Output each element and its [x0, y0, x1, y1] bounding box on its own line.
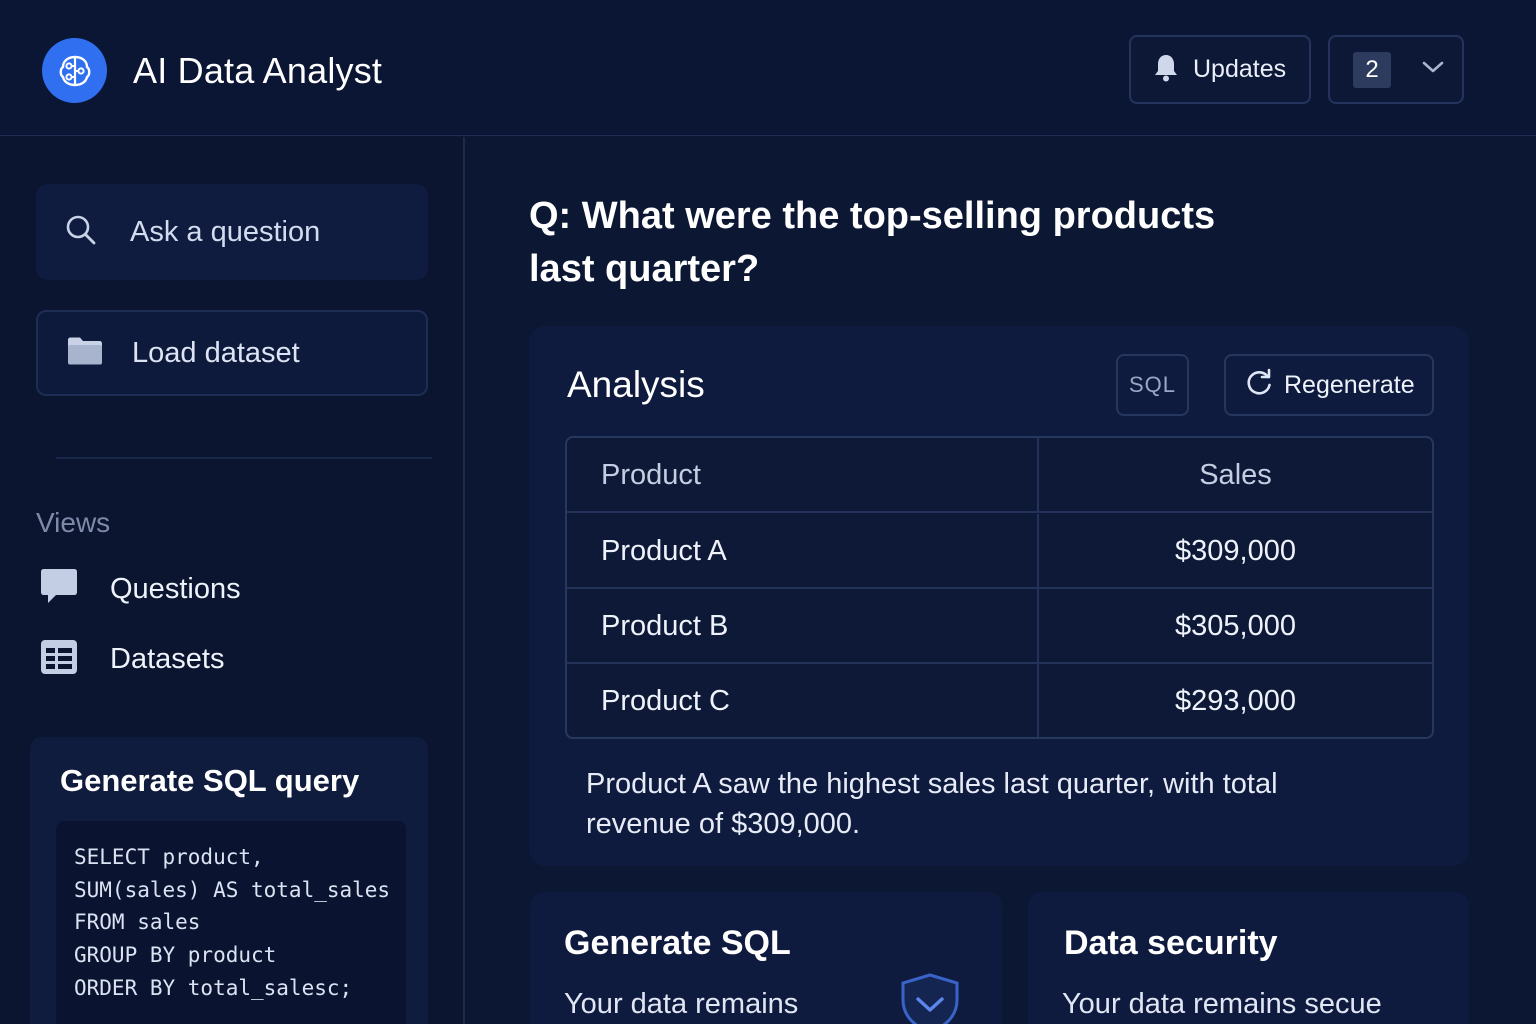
- search-icon: [64, 213, 98, 252]
- table-cell-product: Product A: [601, 535, 727, 567]
- bell-icon: [1153, 52, 1179, 87]
- notification-count-badge: 2: [1353, 51, 1391, 88]
- analysis-title: Analysis: [567, 364, 705, 405]
- sql-button[interactable]: SQL: [1116, 354, 1189, 416]
- table-header-row: Product Sales: [567, 438, 1432, 513]
- app-header: AI Data Analyst Updates 2: [0, 0, 1536, 136]
- column-header-sales: Sales: [1037, 438, 1432, 513]
- table-cell-sales: $309,000: [1037, 514, 1432, 589]
- generate-sql-card[interactable]: Generate SQL Your data remains: [530, 892, 1002, 1024]
- table-cell-product: Product B: [601, 610, 729, 642]
- card-text: Your data remains: [564, 988, 799, 1020]
- chevron-down-icon: [1421, 59, 1445, 80]
- updates-label: Updates: [1193, 55, 1287, 83]
- sidebar-divider: [56, 457, 432, 459]
- folder-icon: [66, 335, 104, 372]
- data-security-card[interactable]: Data security Your data remains secue: [1028, 892, 1469, 1024]
- sidebar-item-label: Datasets: [110, 643, 225, 675]
- load-dataset-label: Load dataset: [132, 336, 300, 369]
- analysis-card: Analysis SQL Regenerate Product Sales Pr…: [529, 326, 1469, 866]
- ask-question-placeholder: Ask a question: [130, 215, 321, 248]
- analysis-summary: Product A saw the highest sales last qua…: [586, 768, 1278, 840]
- sql-code-block: SELECT product, SUM(sales) AS total_sale…: [56, 821, 406, 1024]
- table-cell-sales: $305,000: [1037, 589, 1432, 664]
- sidebar-item-questions[interactable]: Questions: [40, 567, 241, 612]
- chat-bubble-icon: [40, 567, 78, 612]
- regenerate-label: Regenerate: [1284, 370, 1415, 399]
- notifications-dropdown[interactable]: 2: [1328, 35, 1464, 104]
- card-title: Generate SQL: [564, 924, 791, 962]
- results-table: Product Sales Product A $309,000 Product…: [565, 436, 1434, 739]
- brain-logo-icon: [42, 38, 107, 103]
- shield-check-icon: [898, 972, 962, 1024]
- ask-question-input[interactable]: Ask a question: [36, 184, 428, 280]
- table-cell-product: Product C: [601, 685, 730, 717]
- sidebar-item-label: Questions: [110, 573, 241, 605]
- app-title: AI Data Analyst: [133, 50, 383, 91]
- sql-card-title: Generate SQL query: [60, 763, 360, 798]
- views-heading: Views: [36, 507, 111, 538]
- code-line: ORDER BY total_salesc;: [74, 975, 353, 1000]
- sidebar: Ask a question Load dataset Views Questi…: [0, 137, 465, 1024]
- table-cell-sales: $293,000: [1037, 664, 1432, 737]
- question-heading: Q: What were the top-selling products la…: [529, 195, 1216, 290]
- code-line: GROUP BY product: [74, 943, 277, 968]
- refresh-icon: [1244, 368, 1274, 403]
- column-header-product: Product: [601, 459, 701, 491]
- regenerate-button[interactable]: Regenerate: [1224, 354, 1434, 416]
- code-line: FROM sales: [74, 910, 201, 935]
- table-grid-icon: [40, 639, 78, 680]
- updates-button[interactable]: Updates: [1129, 35, 1311, 104]
- sidebar-item-datasets[interactable]: Datasets: [40, 639, 224, 680]
- code-line: SELECT product,: [74, 845, 264, 869]
- table-row: Product C $293,000: [567, 664, 1432, 737]
- table-row: Product B $305,000: [567, 589, 1432, 664]
- card-title: Data security: [1064, 924, 1278, 962]
- table-row: Product A $309,000: [567, 514, 1432, 589]
- load-dataset-button[interactable]: Load dataset: [36, 310, 428, 396]
- card-text: Your data remains secue: [1062, 988, 1382, 1020]
- generate-sql-query-card: Generate SQL query SELECT product, SUM(s…: [30, 737, 428, 1024]
- code-line: SUM(sales) AS total_sales: [74, 877, 391, 902]
